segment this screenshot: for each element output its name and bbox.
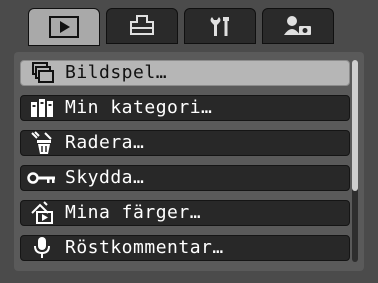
user-camera-icon <box>283 14 313 38</box>
menu-item-bildspel[interactable]: Bildspel… <box>20 60 350 86</box>
scrollbar[interactable] <box>352 60 358 262</box>
erase-icon <box>25 130 59 156</box>
menu-item-skydda[interactable]: Skydda… <box>20 165 350 191</box>
menu-item-mina-farger[interactable]: Mina färger… <box>20 200 350 226</box>
tab-my-settings[interactable] <box>262 8 334 44</box>
menu-item-label: Bildspel… <box>65 62 168 83</box>
slideshow-icon <box>25 60 59 86</box>
menu-panel: Bildspel… Min kategori… Radera… Skydda… … <box>14 52 364 271</box>
category-icon <box>25 95 59 121</box>
tab-playback[interactable] <box>28 8 100 46</box>
microphone-icon <box>25 235 59 261</box>
tab-print[interactable] <box>106 8 178 44</box>
menu-item-min-kategori[interactable]: Min kategori… <box>20 95 350 121</box>
menu-item-label: Mina färger… <box>65 202 202 223</box>
tab-setup[interactable] <box>184 8 256 44</box>
menu-item-label: Skydda… <box>65 167 145 188</box>
menu-item-label: Radera… <box>65 132 145 153</box>
key-icon <box>25 165 59 191</box>
print-icon <box>128 14 156 38</box>
tab-bar <box>28 8 350 48</box>
menu-item-rostkommentar[interactable]: Röstkommentar… <box>20 235 350 261</box>
tools-icon <box>206 14 234 38</box>
menu-item-label: Röstkommentar… <box>65 237 224 258</box>
scrollbar-thumb[interactable] <box>352 60 358 191</box>
menu-item-label: Min kategori… <box>65 97 213 118</box>
my-colors-icon <box>25 200 59 226</box>
menu-item-radera[interactable]: Radera… <box>20 130 350 156</box>
play-icon <box>49 16 79 38</box>
